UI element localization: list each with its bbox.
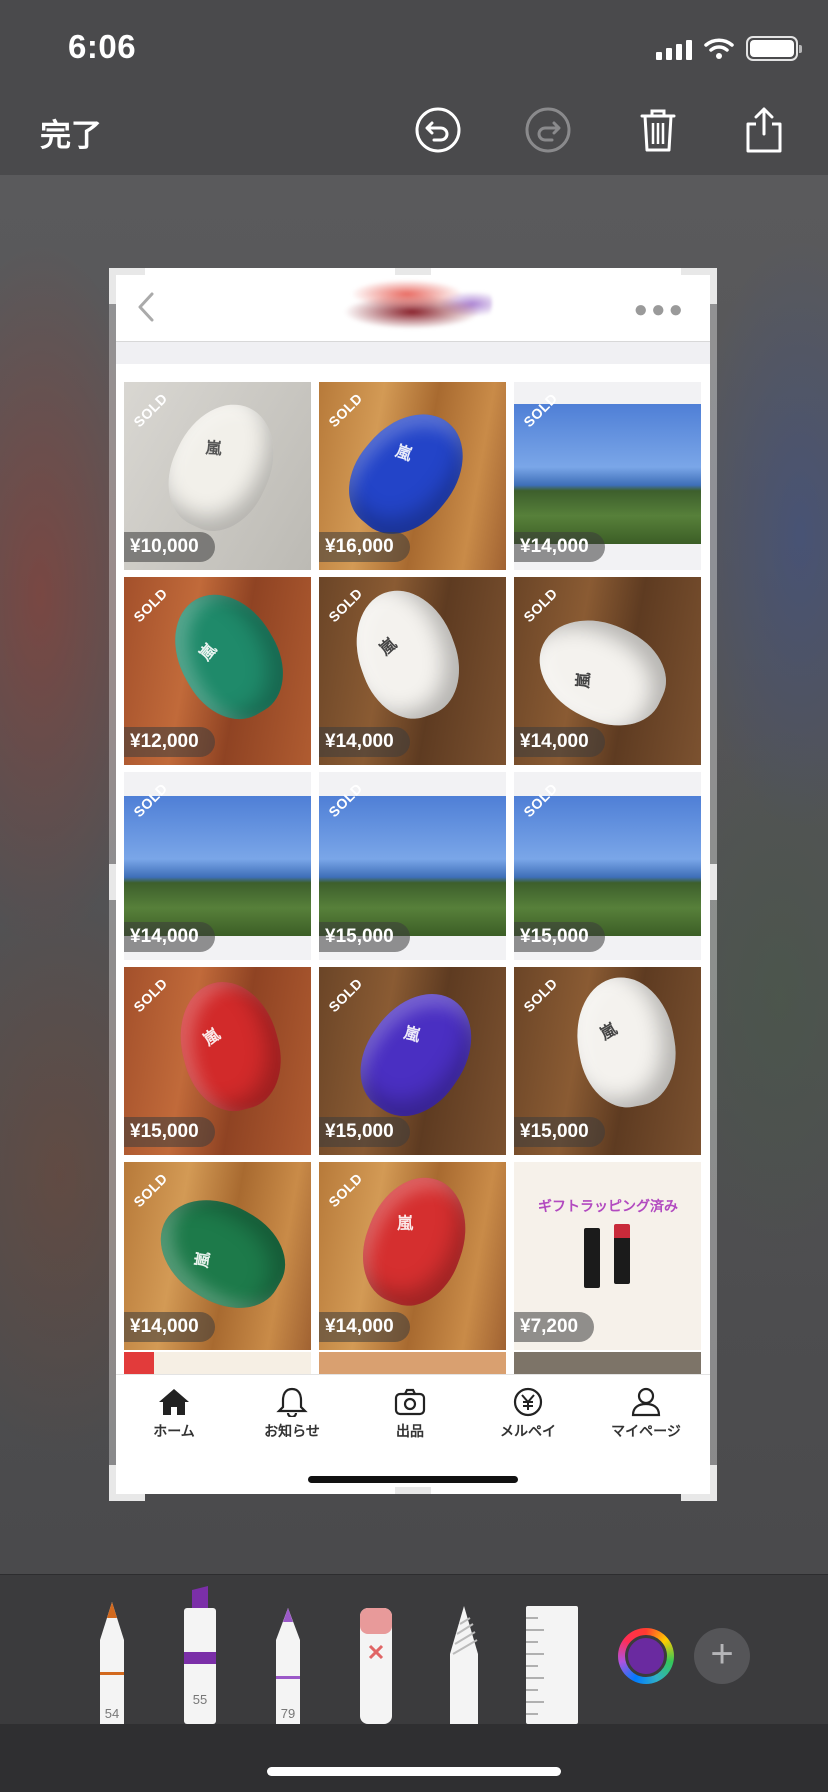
person-icon xyxy=(631,1387,661,1417)
item-price: ¥15,000 xyxy=(514,1117,605,1147)
item-tile[interactable]: 嵐 SOLD ¥10,000 xyxy=(124,382,311,570)
tab-listing[interactable]: 出品 xyxy=(360,1387,460,1441)
wifi-icon xyxy=(704,37,734,59)
pen-width-label: 54 xyxy=(104,1706,120,1721)
ruler-tool[interactable] xyxy=(524,1604,580,1724)
item-tile[interactable]: 嵐 SOLD ¥15,000 xyxy=(124,967,311,1155)
item-grid: 嵐 SOLD ¥10,000 嵐 SOLD ¥16,000 SOLD ¥14,0… xyxy=(124,382,704,1350)
sold-ribbon: SOLD xyxy=(319,382,393,456)
screenshot-canvas[interactable]: ●●● 嵐 SOLD ¥10,000 嵐 SOLD ¥16,000 SOLD ¥… xyxy=(116,268,710,1494)
crop-handle-left[interactable] xyxy=(109,864,116,900)
item-price: ¥14,000 xyxy=(514,727,605,757)
item-tile[interactable]: 嵐 SOLD ¥16,000 xyxy=(319,382,506,570)
item-tile[interactable]: 嵐 SOLD ¥15,000 xyxy=(514,967,701,1155)
battery-icon xyxy=(746,36,802,61)
sold-ribbon: SOLD xyxy=(124,382,198,456)
item-price: ¥15,000 xyxy=(124,1117,215,1147)
item-tile[interactable]: SOLD ¥14,000 xyxy=(124,772,311,960)
tab-mypage[interactable]: マイページ xyxy=(596,1387,696,1441)
item-tile[interactable]: SOLD ¥14,000 xyxy=(514,382,701,570)
sold-ribbon: SOLD xyxy=(124,772,198,846)
item-tile[interactable]: 嵐 SOLD ¥15,000 xyxy=(319,967,506,1155)
item-tile[interactable]: 嵐 SOLD ¥14,000 xyxy=(124,1162,311,1350)
item-price: ¥16,000 xyxy=(319,532,410,562)
undo-icon[interactable] xyxy=(414,106,462,154)
bell-icon xyxy=(276,1387,308,1417)
status-icons xyxy=(656,36,802,61)
item-price: ¥7,200 xyxy=(514,1312,595,1342)
selected-color-swatch xyxy=(625,1635,667,1677)
camera-icon xyxy=(394,1388,426,1416)
eraser-tool[interactable] xyxy=(358,1606,394,1724)
item-price: ¥14,000 xyxy=(124,1312,215,1342)
color-picker-button[interactable] xyxy=(618,1628,674,1684)
redo-icon[interactable] xyxy=(524,106,572,154)
crop-handle-bottom-right[interactable] xyxy=(681,1465,717,1501)
marker-width-label: 55 xyxy=(192,1692,208,1707)
sold-ribbon: SOLD xyxy=(319,1162,393,1236)
item-price: ¥10,000 xyxy=(124,532,215,562)
sold-ribbon: SOLD xyxy=(514,577,588,651)
sold-ribbon: SOLD xyxy=(514,772,588,846)
crop-handle-top-left[interactable] xyxy=(109,268,145,304)
trash-icon[interactable] xyxy=(634,106,682,154)
item-price: ¥14,000 xyxy=(514,532,605,562)
tab-notifications[interactable]: お知らせ xyxy=(242,1387,342,1441)
item-tile[interactable]: 嵐 SOLD ¥14,000 xyxy=(319,1162,506,1350)
item-tile[interactable]: SOLD ¥15,000 xyxy=(514,772,701,960)
done-button[interactable]: 完了 xyxy=(40,110,102,155)
crop-handle-top[interactable] xyxy=(395,268,431,275)
add-markup-button[interactable]: + xyxy=(694,1628,750,1684)
redacted-title-scribble xyxy=(322,274,492,332)
sold-ribbon: SOLD xyxy=(514,967,588,1041)
crop-handle-right[interactable] xyxy=(710,864,717,900)
cellular-signal-icon xyxy=(656,38,692,60)
sold-ribbon: SOLD xyxy=(319,772,393,846)
sold-ribbon: SOLD xyxy=(124,1162,198,1236)
app-header: ●●● xyxy=(116,268,710,342)
item-tile[interactable]: ギフトラッピング済み ¥7,200 xyxy=(514,1162,701,1350)
item-price: ¥14,000 xyxy=(319,1312,410,1342)
tab-merpay[interactable]: メルペイ xyxy=(478,1387,578,1441)
item-price: ¥14,000 xyxy=(319,727,410,757)
sold-ribbon: SOLD xyxy=(124,967,198,1041)
item-price: ¥15,000 xyxy=(514,922,605,952)
status-time: 6:06 xyxy=(68,28,137,65)
item-price: ¥15,000 xyxy=(319,1117,410,1147)
sold-ribbon: SOLD xyxy=(124,577,198,651)
item-price: ¥15,000 xyxy=(319,922,410,952)
screenshot-home-indicator xyxy=(308,1476,518,1483)
header-gap xyxy=(116,342,710,364)
crop-handle-bottom-left[interactable] xyxy=(109,1465,145,1501)
item-price: ¥14,000 xyxy=(124,922,215,952)
item-tile[interactable]: 嵐 SOLD ¥14,000 xyxy=(514,577,701,765)
item-tile[interactable]: 嵐 SOLD ¥14,000 xyxy=(319,577,506,765)
share-icon[interactable] xyxy=(740,106,788,154)
lasso-tool[interactable] xyxy=(446,1604,482,1724)
item-tile[interactable]: SOLD ¥15,000 xyxy=(319,772,506,960)
yen-icon xyxy=(513,1387,543,1417)
pencil-width-label: 79 xyxy=(280,1706,296,1721)
crop-handle-top-right[interactable] xyxy=(681,268,717,304)
ad-caption: ギフトラッピング済み xyxy=(538,1198,678,1214)
sold-ribbon: SOLD xyxy=(319,967,393,1041)
home-icon xyxy=(159,1389,189,1415)
home-indicator xyxy=(267,1767,561,1776)
ellipsis-icon[interactable]: ●●● xyxy=(634,296,687,324)
tab-home[interactable]: ホーム xyxy=(124,1387,224,1441)
sold-ribbon: SOLD xyxy=(514,382,588,456)
bottom-safe-area xyxy=(0,1724,828,1792)
crop-handle-bottom[interactable] xyxy=(395,1487,431,1494)
item-price: ¥12,000 xyxy=(124,727,215,757)
item-tile[interactable]: 嵐 SOLD ¥12,000 xyxy=(124,577,311,765)
sold-ribbon: SOLD xyxy=(319,577,393,651)
